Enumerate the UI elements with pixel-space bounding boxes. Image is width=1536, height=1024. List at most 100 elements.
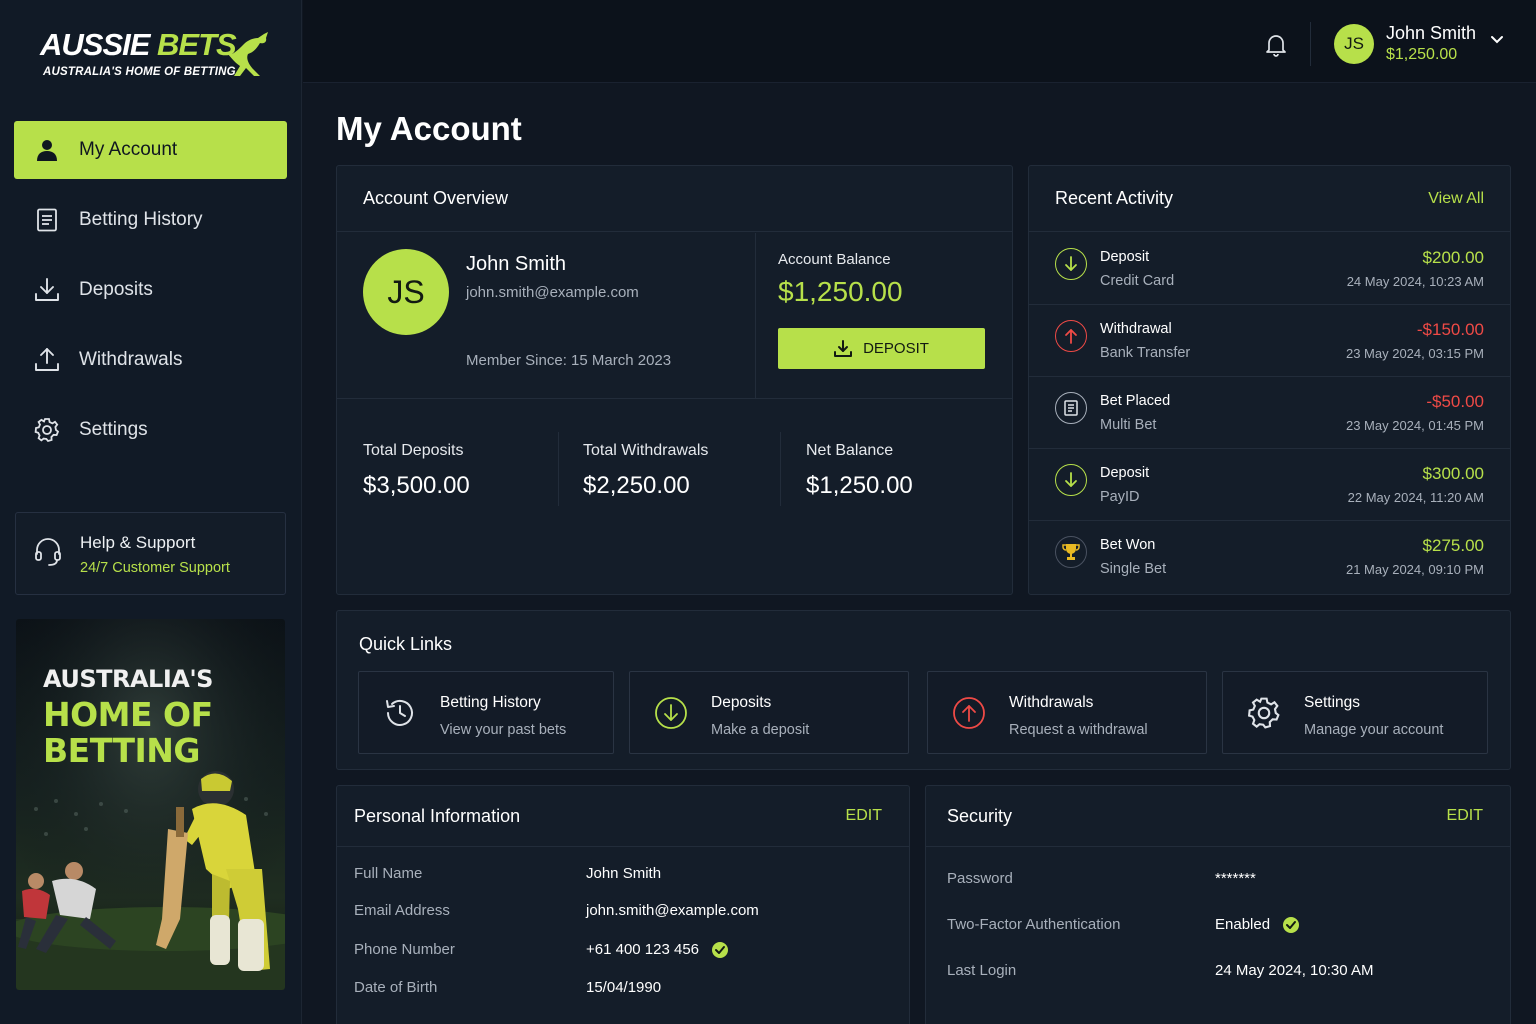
sidebar-item-label: Withdrawals xyxy=(79,349,183,370)
activity-amount: $275.00 xyxy=(1422,536,1484,555)
activity-date: 23 May 2024, 01:45 PM xyxy=(1345,418,1484,433)
deposit-icon xyxy=(654,696,688,730)
arrow-down-icon xyxy=(1055,248,1087,280)
user-icon xyxy=(34,137,60,163)
user-name[interactable]: John Smith xyxy=(1386,23,1476,44)
stat-value: $3,500.00 xyxy=(363,472,470,499)
security-card: Security EDIT Password ******* Two-Facto… xyxy=(925,785,1511,1024)
field-label: Password xyxy=(947,870,1013,887)
field-value-2fa: Enabled xyxy=(1215,916,1300,934)
stat-total-deposits: Total Deposits $3,500.00 xyxy=(363,442,470,500)
card-title: Security xyxy=(947,805,1013,826)
activity-title: Deposit xyxy=(1100,465,1150,481)
activity-subtitle: Bank Transfer xyxy=(1100,345,1191,361)
activity-amount: $300.00 xyxy=(1422,464,1484,483)
sidebar-item-betting-history[interactable]: Betting History xyxy=(14,191,287,249)
activity-row[interactable]: Deposit Credit Card $200.00 24 May 2024,… xyxy=(1029,233,1510,305)
promo-line-3: BETTING xyxy=(43,731,200,770)
gear-icon xyxy=(1247,696,1281,730)
download-icon xyxy=(34,277,60,303)
help-subtitle: 24/7 Customer Support xyxy=(80,560,230,576)
quick-link-title: Betting History xyxy=(440,694,541,711)
help-title: Help & Support xyxy=(80,533,196,552)
document-icon xyxy=(34,207,60,233)
sidebar-item-settings[interactable]: Settings xyxy=(14,401,287,459)
quick-link-settings[interactable]: Settings Manage your account xyxy=(1222,671,1488,754)
quick-link-deposits[interactable]: Deposits Make a deposit xyxy=(629,671,909,754)
field-label: Two-Factor Authentication xyxy=(947,916,1121,933)
sidebar-item-my-account[interactable]: My Account xyxy=(14,121,287,179)
activity-row[interactable]: Deposit PayID $300.00 22 May 2024, 11:20… xyxy=(1029,449,1510,521)
sidebar-item-label: My Account xyxy=(79,139,178,160)
field-label: Last Login xyxy=(947,962,1017,979)
withdraw-icon xyxy=(952,696,986,730)
stat-label: Total Withdrawals xyxy=(583,442,709,459)
upload-icon xyxy=(34,347,60,373)
quick-link-title: Withdrawals xyxy=(1009,694,1094,711)
sidebar-item-deposits[interactable]: Deposits xyxy=(14,261,287,319)
recent-activity-card: Recent Activity View All Deposit Credit … xyxy=(1028,165,1511,595)
bell-icon[interactable] xyxy=(1265,33,1287,57)
field-value: 15/04/1990 xyxy=(586,979,662,996)
stat-value: $2,250.00 xyxy=(583,472,690,499)
history-icon xyxy=(383,696,417,730)
headset-icon xyxy=(34,537,62,567)
activity-date: 24 May 2024, 10:23 AM xyxy=(1346,274,1484,289)
activity-row[interactable]: Bet Placed Multi Bet -$50.00 23 May 2024… xyxy=(1029,377,1510,449)
field-label: Full Name xyxy=(354,865,423,882)
activity-amount: -$50.00 xyxy=(1426,392,1484,411)
brand-name-part1: AUSSIE xyxy=(40,27,150,62)
activity-title: Withdrawal xyxy=(1100,321,1172,337)
stat-label: Net Balance xyxy=(806,442,894,459)
edit-security-button[interactable]: EDIT xyxy=(1447,807,1483,825)
trophy-icon xyxy=(1055,536,1087,568)
avatar[interactable]: JS xyxy=(1334,24,1374,64)
activity-row[interactable]: Bet Won Single Bet $275.00 21 May 2024, … xyxy=(1029,521,1510,593)
quick-link-subtitle: View your past bets xyxy=(440,722,567,738)
quick-link-betting-history[interactable]: Betting History View your past bets xyxy=(358,671,614,754)
quick-link-subtitle: Manage your account xyxy=(1304,722,1444,738)
sidebar: AUSSIE BETS AUSTRALIA'S HOME OF BETTING … xyxy=(0,0,302,1024)
activity-title: Deposit xyxy=(1100,249,1150,265)
activity-row[interactable]: Withdrawal Bank Transfer -$150.00 23 May… xyxy=(1029,305,1510,377)
promo-line-1: AUSTRALIA'S xyxy=(43,665,213,693)
activity-date: 22 May 2024, 11:20 AM xyxy=(1347,490,1484,505)
field-label: Date of Birth xyxy=(354,979,438,996)
deposit-button[interactable]: DEPOSIT xyxy=(778,328,985,369)
quick-link-withdrawals[interactable]: Withdrawals Request a withdrawal xyxy=(927,671,1207,754)
kangaroo-icon xyxy=(226,32,268,76)
activity-title: Bet Won xyxy=(1100,537,1156,553)
balance-value: $1,250.00 xyxy=(778,276,903,307)
verified-check-icon xyxy=(712,942,729,959)
verified-check-icon xyxy=(1283,917,1300,934)
field-value: ******* xyxy=(1215,870,1256,887)
sidebar-item-withdrawals[interactable]: Withdrawals xyxy=(14,331,287,389)
promo-line-2: HOME OF xyxy=(43,695,213,734)
activity-subtitle: Single Bet xyxy=(1100,561,1167,577)
edit-personal-info-button[interactable]: EDIT xyxy=(846,807,882,825)
activity-title: Bet Placed xyxy=(1100,393,1171,409)
view-all-link[interactable]: View All xyxy=(1428,190,1484,208)
quick-link-subtitle: Make a deposit xyxy=(711,722,810,738)
divider xyxy=(755,233,756,399)
deposit-button-label: DEPOSIT xyxy=(863,340,929,357)
card-title: Quick Links xyxy=(359,634,453,654)
quick-links-card: Quick Links Betting History View your pa… xyxy=(336,610,1511,770)
help-support-card[interactable]: Help & Support 24/7 Customer Support xyxy=(15,512,286,595)
divider xyxy=(780,432,781,506)
field-value: john.smith@example.com xyxy=(586,902,759,919)
activity-subtitle: Credit Card xyxy=(1100,273,1175,289)
brand-logo[interactable]: AUSSIE BETS AUSTRALIA'S HOME OF BETTING xyxy=(40,28,280,88)
member-since: Member Since: 15 March 2023 xyxy=(466,352,672,369)
quick-link-subtitle: Request a withdrawal xyxy=(1009,722,1148,738)
account-overview-card: Account Overview JS John Smith john.smit… xyxy=(336,165,1013,595)
arrow-down-icon xyxy=(1055,464,1087,496)
chevron-down-icon[interactable] xyxy=(1490,35,1504,45)
avatar: JS xyxy=(363,249,449,335)
sidebar-item-label: Betting History xyxy=(79,209,203,230)
field-value: 24 May 2024, 10:30 AM xyxy=(1215,962,1374,979)
divider xyxy=(558,432,559,506)
promo-banner[interactable]: AUSTRALIA'S HOME OF BETTING xyxy=(16,619,285,990)
stat-total-withdrawals: Total Withdrawals $2,250.00 xyxy=(583,442,708,500)
top-bar: JS John Smith $1,250.00 xyxy=(303,0,1536,83)
